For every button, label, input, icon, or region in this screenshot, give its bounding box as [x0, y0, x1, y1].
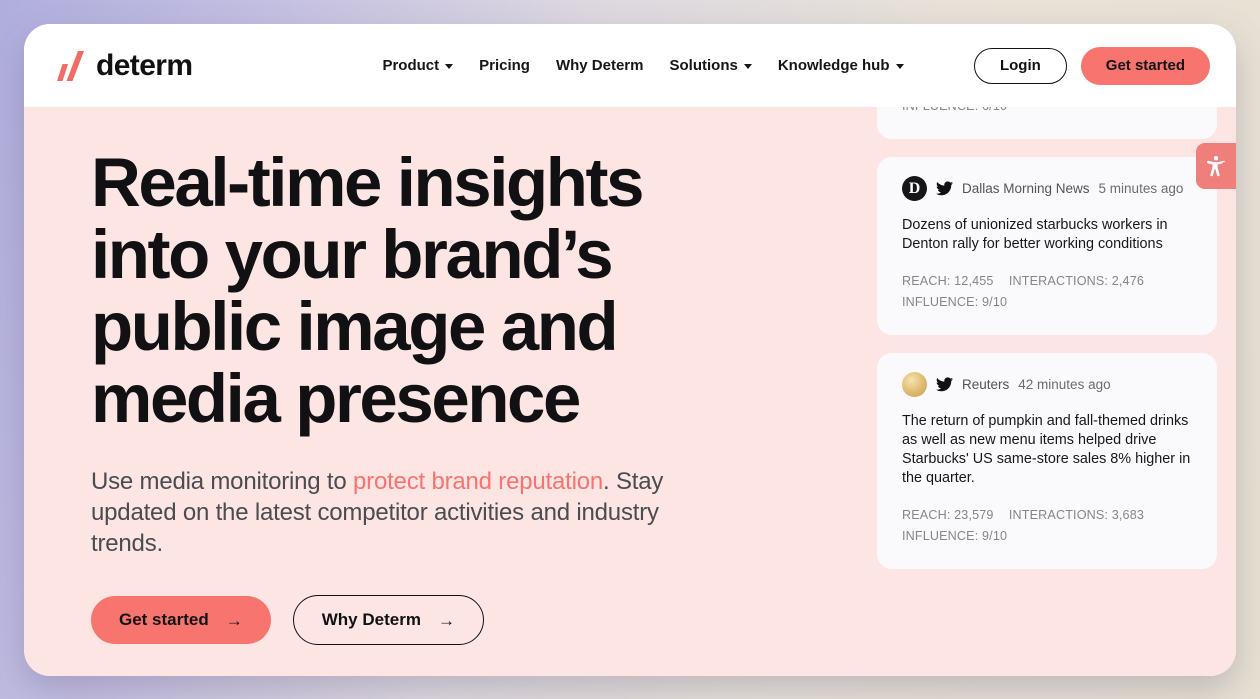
feed-card-source: Reuters [962, 377, 1010, 392]
brand-name: determ [96, 48, 193, 82]
feed-card-text: The return of pumpkin and fall-themed dr… [902, 413, 1191, 486]
feed-card[interactable]: D Dallas Morning News 5 minutes ago Doze… [877, 157, 1217, 335]
interactions-value: 3,683 [1111, 508, 1145, 522]
feed-card[interactable]: titan is expanding its digital delivery … [877, 107, 1217, 139]
reach-label: REACH: [902, 274, 951, 288]
influence-label: INFLUENCE: [902, 295, 979, 309]
feed-card-header: Reuters 42 minutes ago [902, 372, 1192, 397]
metric-row-influence: INFLUENCE: 6/10 [902, 107, 1192, 117]
twitter-icon [936, 181, 953, 196]
nav-item-solutions[interactable]: Solutions [670, 57, 752, 74]
feed-card-timestamp: 5 minutes ago [1098, 181, 1184, 196]
page-title: Real-time insights into your brand’s pub… [91, 144, 644, 437]
metric-row-reach-interactions: REACH: 12,455 INTERACTIONS: 2,476 [902, 271, 1192, 292]
accessibility-icon [1207, 156, 1225, 177]
interactions-label: INTERACTIONS: [1008, 274, 1109, 288]
nav-item-pricing[interactable]: Pricing [479, 57, 530, 74]
metric-row-reach-interactions: REACH: 23,579 INTERACTIONS: 3,683 [902, 505, 1192, 526]
metric-row-influence: INFLUENCE: 9/10 [902, 526, 1192, 547]
nav-item-why-determ[interactable]: Why Determ [556, 57, 644, 74]
site-header: determ Product Pricing Why Determ Soluti… [24, 24, 1236, 107]
login-button[interactable]: Login [973, 47, 1067, 84]
nav-item-knowledge-hub[interactable]: Knowledge hub [778, 57, 904, 74]
metric-row-influence: INFLUENCE: 9/10 [902, 292, 1192, 313]
hero-why-determ-label: Why Determ [321, 610, 421, 629]
feed-card-metrics: REACH: 23,579 INTERACTIONS: 3,683 INFLUE… [902, 505, 1192, 547]
influence-label: INFLUENCE: [902, 529, 979, 543]
chevron-down-icon [743, 64, 752, 69]
influence-value: 6/10 [982, 107, 1007, 113]
brand-logo[interactable]: determ [53, 48, 193, 83]
hero-copy: Real-time insights into your brand’s pub… [91, 144, 751, 646]
feed-card-source: Dallas Morning News [962, 181, 1090, 196]
mentions-feed: titan is expanding its digital delivery … [877, 107, 1217, 676]
hero-subtitle: Use media monitoring to protect brand re… [91, 466, 731, 559]
main-nav: Product Pricing Why Determ Solutions Kno… [382, 57, 904, 74]
nav-label-why-determ: Why Determ [555, 57, 644, 74]
nav-label-product: Product [382, 57, 440, 74]
chevron-down-icon [895, 64, 904, 69]
reach-value: 23,579 [954, 508, 994, 522]
avatar-initial: D [908, 179, 921, 197]
feed-card-timestamp: 42 minutes ago [1018, 377, 1111, 392]
accessibility-widget-button[interactable] [1196, 143, 1236, 189]
arrow-right-icon: → [437, 610, 455, 630]
nav-label-pricing: Pricing [479, 57, 530, 74]
interactions-value: 2,476 [1111, 274, 1145, 288]
hero-why-determ-button[interactable]: Why Determ → [292, 595, 484, 646]
page-card: determ Product Pricing Why Determ Soluti… [24, 24, 1236, 676]
hero-subtitle-highlight: protect brand reputation [353, 468, 604, 495]
nav-label-solutions: Solutions [669, 57, 738, 74]
avatar [902, 372, 927, 397]
feed-card-header: D Dallas Morning News 5 minutes ago [902, 176, 1192, 201]
feed-card-text: Dozens of unionized starbucks workers in… [902, 217, 1168, 252]
influence-value: 9/10 [982, 529, 1008, 543]
determ-logo-icon [57, 50, 84, 81]
header-get-started-button[interactable]: Get started [1080, 46, 1210, 85]
hero-get-started-label: Get started [119, 610, 209, 629]
feed-card-metrics: REACH: 12,455 INTERACTIONS: 2,476 INFLUE… [902, 271, 1192, 313]
hero-cta-group: Get started → Why Determ → [91, 595, 751, 646]
feed-card-metrics: REACH: 2,367 INTERACTIONS: 463 INFLUENCE… [902, 107, 1192, 117]
header-actions: Login Get started [973, 46, 1210, 85]
reach-value: 12,455 [954, 274, 994, 288]
nav-label-knowledge-hub: Knowledge hub [777, 57, 890, 74]
hero-section: Real-time insights into your brand’s pub… [24, 107, 1236, 676]
hero-get-started-button[interactable]: Get started → [91, 596, 271, 645]
avatar: D [902, 176, 927, 201]
hero-subtitle-part1: Use media monitoring to [91, 468, 353, 495]
interactions-label: INTERACTIONS: [1008, 508, 1109, 522]
arrow-right-icon: → [225, 610, 243, 630]
nav-item-product[interactable]: Product [382, 57, 454, 74]
reach-label: REACH: [902, 508, 951, 522]
twitter-icon [936, 377, 953, 392]
influence-value: 9/10 [982, 295, 1008, 309]
chevron-down-icon [445, 64, 454, 69]
influence-label: INFLUENCE: [902, 107, 978, 113]
feed-card[interactable]: Reuters 42 minutes ago The return of pum… [877, 353, 1217, 569]
